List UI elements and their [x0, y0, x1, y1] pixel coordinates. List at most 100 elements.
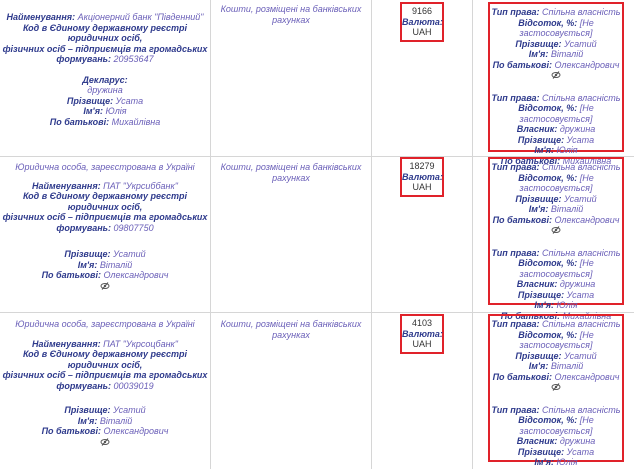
owner-label: Власник:: [516, 279, 558, 289]
percent-label: Відсоток, %:: [518, 103, 578, 113]
percent-label: Відсоток, %:: [518, 329, 578, 340]
right-type-label: Тип права:: [491, 247, 540, 258]
firstname-value: Юлія: [556, 300, 578, 310]
declaration-table: Найменування: Акціонерний банк "Південни…: [0, 0, 634, 469]
patronymic-label: По батькові:: [41, 270, 101, 280]
bank-info: Юридична особа, зареєстрована в Україні …: [0, 319, 210, 449]
surname-label: Прізвище:: [515, 350, 562, 361]
amount-value: 9166: [411, 6, 433, 16]
surname-label: Прізвище:: [66, 95, 114, 106]
bank-info: Найменування: Акціонерний банк "Південни…: [0, 12, 210, 127]
right-type-value: Спільна власність: [542, 162, 621, 172]
bank-name: ПАТ "Укрсиббанк": [103, 180, 178, 191]
edrpou-code: 00039019: [113, 380, 154, 391]
edrpou-code: 20953647: [113, 54, 154, 64]
firstname-value: Юлія: [556, 145, 578, 155]
owner-label: Власник:: [516, 436, 558, 446]
eye-icon[interactable]: [490, 382, 622, 395]
owner-label: Власник:: [516, 124, 558, 134]
right-type-value: Спільна власність: [542, 7, 621, 17]
currency-value: UAH: [412, 339, 432, 349]
surname-label: Прізвище:: [515, 38, 562, 49]
firstname-label: Ім'я:: [528, 361, 549, 371]
surname-value: Усата: [115, 95, 144, 106]
currency-value: UAH: [412, 182, 432, 192]
surname-label: Прізвище:: [515, 193, 562, 204]
declarant-relation: дружина: [87, 85, 123, 95]
ownership-box: Тип права: Спільна власність Відсоток, %…: [488, 157, 624, 321]
right-type-label: Тип права:: [491, 7, 540, 17]
amount-box: 18279 Валюта: UAH: [400, 157, 444, 197]
asset-type: Кошти, розміщені на банківських рахунках: [211, 162, 371, 183]
name-label: Найменування:: [32, 180, 101, 191]
patronymic-label: По батькові:: [41, 426, 101, 436]
right-type-value: Спільна власність: [542, 92, 621, 103]
surname-label: Прізвище:: [517, 134, 565, 145]
firstname-label: Ім'я:: [534, 457, 554, 467]
patronymic-value: Олександрович: [554, 371, 620, 382]
firstname-label: Ім'я:: [528, 204, 549, 214]
owner-value: дружина: [559, 124, 596, 134]
table-row: Найменування: Акціонерний банк "Південни…: [0, 0, 634, 166]
patronymic-label: По батькові:: [49, 116, 110, 127]
percent-label: Відсоток, %:: [518, 258, 578, 268]
amount-value: 4103: [411, 318, 433, 328]
surname-value: Усатий: [113, 405, 146, 415]
ownership-box: Тип права: Спільна власність Відсоток, %…: [488, 2, 624, 166]
currency-value: UAH: [412, 27, 432, 37]
right-type-label: Тип права:: [491, 319, 540, 329]
asset-type: Кошти, розміщені на банківських рахунках: [211, 319, 371, 340]
percent-label: Відсоток, %:: [518, 17, 578, 28]
code-label-line1: Код в Єдиному державному реєстрі юридичн…: [22, 191, 188, 212]
firstname-value: Віталій: [550, 49, 584, 59]
firstname-value: Віталій: [550, 361, 584, 371]
asset-type-text: Кошти, розміщені на банківських рахунках: [220, 319, 362, 340]
right-type-label: Тип права:: [491, 92, 540, 103]
surname-value: Усатий: [564, 350, 597, 361]
code-label-line3: формувань:: [56, 54, 112, 64]
eye-icon[interactable]: [490, 70, 622, 83]
surname-value: Усатий: [564, 193, 597, 204]
bank-name: ПАТ "Укрсоцбанк": [103, 338, 178, 349]
firstname-label: Ім'я:: [534, 300, 554, 310]
firstname-label: Ім'я:: [77, 259, 98, 270]
code-label-line1: Код в Єдиному державному реєстрі юридичн…: [22, 22, 188, 44]
patronymic-label: По батькові:: [492, 371, 552, 382]
surname-value: Усата: [566, 446, 595, 457]
right-type-value: Спільна власність: [542, 247, 621, 258]
table-row: Юридична особа, зареєстрована в Україні …: [0, 313, 634, 469]
firstname-label: Ім'я:: [534, 145, 554, 155]
amount-box: 4103 Валюта: UAH: [400, 314, 444, 354]
eye-icon[interactable]: [0, 281, 210, 294]
right-type-label: Тип права:: [491, 162, 540, 172]
surname-label: Прізвище:: [64, 405, 111, 415]
currency-label: Валюта:: [402, 171, 443, 182]
table-row: Юридична особа, зареєстрована в Україні …: [0, 157, 634, 321]
surname-label: Прізвище:: [517, 289, 565, 300]
entity-type: Юридична особа, зареєстрована в Україні: [15, 319, 195, 329]
bank-name: Акціонерний банк "Південний": [77, 12, 204, 22]
edrpou-code: 09807750: [113, 222, 154, 233]
code-label-line1: Код в Єдиному державному реєстрі юридичн…: [22, 349, 188, 370]
patronymic-value: Олександрович: [554, 59, 620, 70]
eye-icon[interactable]: [490, 225, 622, 238]
currency-label: Валюта:: [402, 16, 443, 27]
patronymic-value: Олександрович: [103, 270, 169, 280]
right-type-label: Тип права:: [491, 404, 540, 415]
name-label: Найменування:: [32, 338, 101, 349]
firstname-label: Ім'я:: [77, 415, 98, 426]
amount-value: 18279: [409, 161, 435, 171]
surname-value: Усата: [566, 134, 595, 145]
asset-type-text: Кошти, розміщені на банківських рахунках: [220, 162, 362, 183]
amount-box: 9166 Валюта: UAH: [400, 2, 444, 42]
code-label-line2: фізичних осіб – підприємців та громадськ…: [2, 212, 208, 222]
surname-value: Усатий: [564, 38, 597, 49]
code-label-line3: формувань:: [56, 222, 112, 233]
firstname-label: Ім'я:: [528, 49, 549, 59]
code-label-line2: фізичних осіб – підприємців та громадськ…: [2, 370, 208, 380]
surname-label: Прізвище:: [64, 249, 111, 259]
patronymic-label: По батькові:: [492, 214, 552, 225]
firstname-value: Віталій: [99, 415, 133, 426]
right-type-value: Спільна власність: [542, 319, 621, 329]
eye-icon[interactable]: [0, 437, 210, 450]
